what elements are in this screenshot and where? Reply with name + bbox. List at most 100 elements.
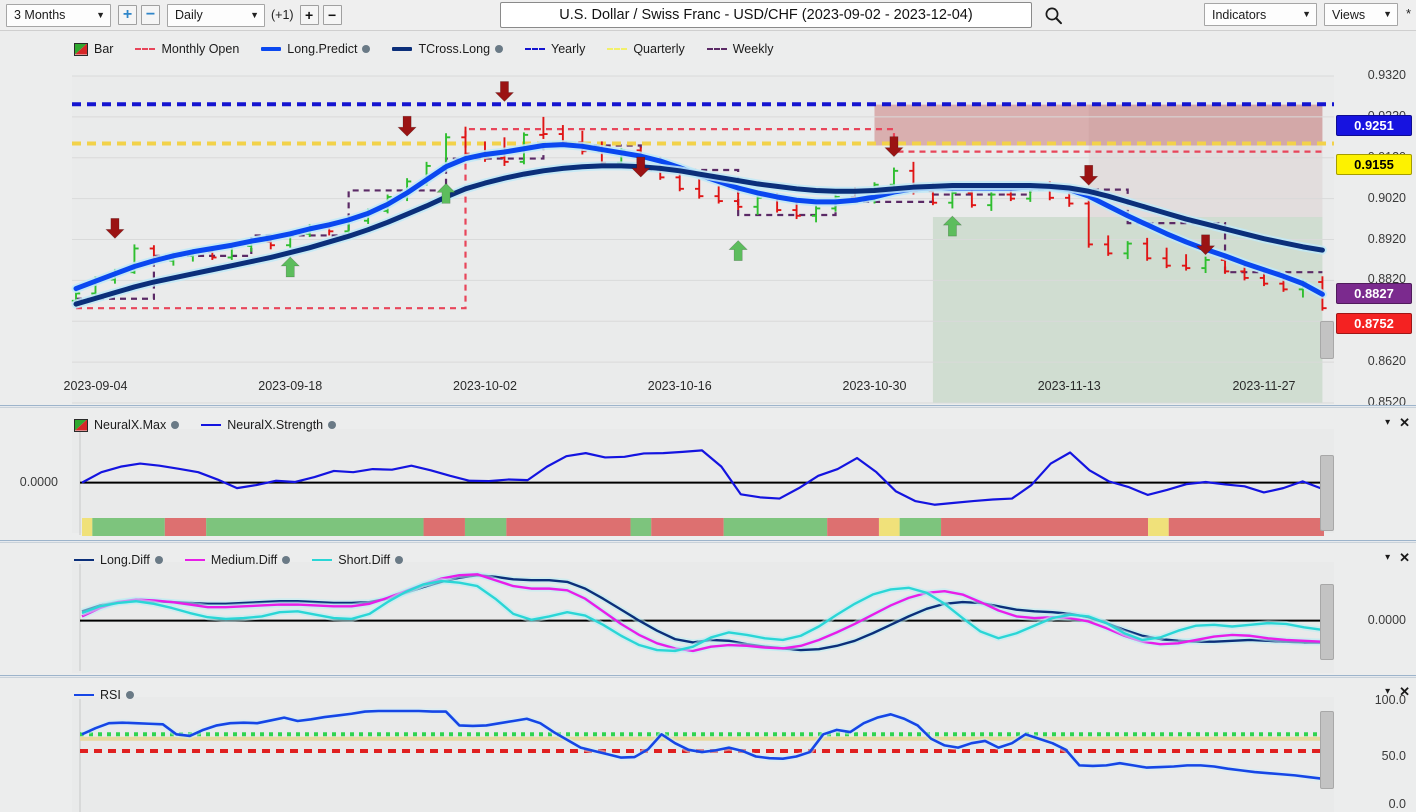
- offset-decrease-button[interactable]: −: [322, 5, 342, 25]
- price-axis-tick: 0.8620: [1367, 354, 1406, 369]
- legend-label: NeuralX.Strength: [227, 418, 324, 432]
- close-icon[interactable]: ✕: [1399, 685, 1410, 698]
- bar-swatch-icon: [74, 42, 88, 56]
- legend-label: Long.Diff: [100, 553, 150, 567]
- legend-item-quarterly[interactable]: Quarterly: [607, 42, 685, 56]
- offset-increase-button[interactable]: +: [299, 5, 319, 25]
- legend-label: NeuralX.Max: [94, 418, 167, 432]
- chevron-down-icon: ▼: [1302, 9, 1311, 19]
- panel-divider-neuralx[interactable]: [0, 405, 1416, 408]
- price-tag[interactable]: 0.9251: [1336, 115, 1412, 136]
- close-icon[interactable]: ✕: [1399, 551, 1410, 564]
- date-axis-tick: 2023-11-13: [1037, 379, 1101, 393]
- legend-label: Short.Diff: [338, 553, 391, 567]
- rsi-legend: RSI: [74, 684, 156, 706]
- panel-divider-diff[interactable]: [0, 540, 1416, 543]
- strength-segment: [1168, 518, 1324, 536]
- rsi-axis-tick: 50.0: [1381, 748, 1406, 763]
- price-panel: Bar Monthly Open Long.Predict TCross.Long Ye…: [0, 31, 1416, 409]
- legend-item-neuralx-strength[interactable]: NeuralX.Strength: [201, 418, 337, 432]
- gear-icon[interactable]: [282, 556, 291, 564]
- line-swatch-icon: [74, 559, 94, 561]
- price-scroll-thumb[interactable]: [1320, 321, 1334, 359]
- charting-application: 3 Months ▼ + − Daily ▼ (+1) + − U.S. Dol…: [0, 0, 1416, 812]
- legend-item-long-diff[interactable]: Long.Diff: [74, 553, 163, 567]
- gear-icon[interactable]: [328, 421, 337, 429]
- rsi-chart-canvas[interactable]: [0, 679, 1416, 812]
- strength-segment: [651, 518, 724, 536]
- plus-icon: +: [122, 6, 133, 23]
- date-axis-tick: 2023-09-18: [258, 379, 323, 393]
- collapse-icon[interactable]: ▾: [1385, 417, 1390, 428]
- interval-select-value: Daily: [175, 8, 203, 22]
- top-toolbar: 3 Months ▼ + − Daily ▼ (+1) + − U.S. Dol…: [0, 0, 1416, 31]
- gear-icon[interactable]: [171, 421, 180, 429]
- symbol-search-value: U.S. Dollar / Swiss Franc - USD/CHF (202…: [559, 7, 973, 23]
- legend-label: Yearly: [551, 42, 586, 56]
- strength-segment: [899, 518, 942, 536]
- close-icon[interactable]: ✕: [1399, 416, 1410, 429]
- price-legend: Bar Monthly Open Long.Predict TCross.Long Ye…: [74, 38, 796, 60]
- search-icon[interactable]: [1044, 6, 1063, 25]
- range-increase-button[interactable]: +: [118, 5, 137, 25]
- views-select[interactable]: Views ▼: [1324, 3, 1398, 26]
- gear-icon[interactable]: [125, 691, 134, 699]
- symbol-search-input[interactable]: U.S. Dollar / Swiss Franc - USD/CHF (202…: [500, 2, 1032, 28]
- favorite-star-icon[interactable]: *: [1406, 6, 1411, 21]
- diff-panel: Long.Diff Medium.Diff Short.Diff ▾ ✕ 0.000…: [0, 544, 1416, 675]
- minus-icon: −: [327, 7, 337, 23]
- gear-icon[interactable]: [154, 556, 163, 564]
- neuralx-panel: NeuralX.Max NeuralX.Strength ▾ ✕ 0.0000: [0, 409, 1416, 540]
- strength-segment: [941, 518, 1149, 536]
- price-chart-canvas[interactable]: [0, 31, 1416, 405]
- legend-item-yearly[interactable]: Yearly: [525, 42, 585, 56]
- strength-segment: [1148, 518, 1169, 536]
- range-decrease-button[interactable]: −: [141, 5, 160, 25]
- chevron-down-icon: ▼: [96, 9, 105, 20]
- range-select-value: 3 Months: [14, 8, 66, 22]
- range-select[interactable]: 3 Months ▼: [6, 3, 111, 27]
- plus-icon: +: [304, 7, 314, 23]
- gear-icon[interactable]: [495, 45, 504, 53]
- dashed-line-icon: [135, 48, 156, 50]
- panel-divider-rsi[interactable]: [0, 675, 1416, 678]
- legend-item-monthly-open[interactable]: Monthly Open: [135, 42, 239, 56]
- legend-item-bar[interactable]: Bar: [74, 42, 113, 56]
- legend-item-tcross-long[interactable]: TCross.Long: [392, 42, 504, 56]
- gear-icon[interactable]: [362, 45, 371, 53]
- neuralx-scroll-thumb[interactable]: [1320, 455, 1334, 531]
- rsi-axis-tick: 0.0: [1388, 797, 1406, 811]
- legend-item-neuralx-max[interactable]: NeuralX.Max: [74, 418, 180, 432]
- legend-item-medium-diff[interactable]: Medium.Diff: [184, 553, 291, 567]
- legend-item-long-predict[interactable]: Long.Predict: [261, 42, 371, 56]
- legend-item-weekly[interactable]: Weekly: [706, 42, 774, 56]
- price-tag[interactable]: 0.8827: [1336, 283, 1412, 304]
- line-swatch-icon: [312, 559, 333, 561]
- collapse-icon[interactable]: ▾: [1385, 552, 1390, 563]
- price-tag[interactable]: 0.9155: [1336, 154, 1412, 175]
- neuralx-axis-tick: 0.0000: [19, 474, 58, 489]
- neuralx-panel-controls: ▾ ✕: [1385, 416, 1410, 429]
- legend-item-rsi[interactable]: RSI: [74, 688, 134, 702]
- dashed-line-icon: [525, 48, 546, 50]
- dashed-line-icon: [607, 48, 628, 50]
- strength-segment: [464, 518, 507, 536]
- indicators-select[interactable]: Indicators ▼: [1204, 3, 1317, 26]
- interval-select[interactable]: Daily ▼: [167, 3, 265, 27]
- line-swatch-icon: [184, 559, 205, 561]
- rsi-panel-controls: ▾ ✕: [1385, 685, 1410, 698]
- strength-segment: [423, 518, 465, 536]
- rsi-panel: RSI ▾ ✕ 100.0 50.0 0.0: [0, 679, 1416, 812]
- diff-scroll-thumb[interactable]: [1320, 584, 1334, 660]
- diff-axis-tick: 0.0000: [1367, 612, 1406, 627]
- legend-label: Medium.Diff: [210, 553, 278, 567]
- rsi-scroll-thumb[interactable]: [1320, 711, 1334, 789]
- legend-item-short-diff[interactable]: Short.Diff: [312, 553, 404, 567]
- price-tag[interactable]: 0.8752: [1336, 313, 1412, 334]
- strength-segment: [878, 518, 900, 536]
- collapse-icon[interactable]: ▾: [1385, 686, 1390, 697]
- line-swatch-icon: [261, 47, 282, 51]
- strength-segment: [82, 518, 93, 536]
- line-swatch-icon: [74, 694, 94, 696]
- gear-icon[interactable]: [395, 556, 404, 564]
